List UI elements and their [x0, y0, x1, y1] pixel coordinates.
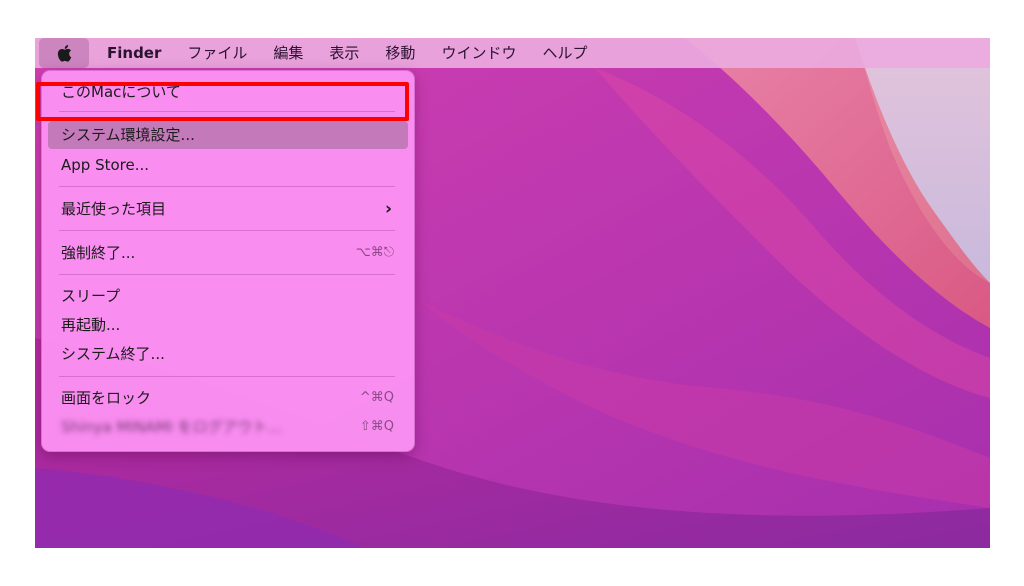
menubar-item-finder[interactable]: Finder — [89, 38, 174, 68]
apple-logo-icon — [57, 45, 71, 62]
menu-item-label: システム終了... — [61, 345, 165, 363]
menu-item-label: 再起動... — [61, 316, 121, 334]
screen-frame: Finder ファイル 編集 表示 移動 ウインドウ ヘルプ このMacについて… — [35, 38, 990, 548]
menu-item-shutdown[interactable]: システム終了... — [48, 340, 408, 368]
menu-item-log-out[interactable]: Shinya MINAMI をログアウト... ⇧⌘Q — [48, 413, 408, 441]
menubar-item-go[interactable]: 移動 — [372, 38, 428, 68]
menu-item-label: スリープ — [61, 287, 121, 305]
menubar-item-window[interactable]: ウインドウ — [428, 38, 529, 68]
highlight-annotation-box — [36, 82, 409, 121]
menu-item-label: システム環境設定... — [61, 126, 195, 144]
menu-bar: Finder ファイル 編集 表示 移動 ウインドウ ヘルプ — [35, 38, 990, 68]
menu-item-label: 強制終了... — [61, 244, 136, 262]
menu-item-sleep[interactable]: スリープ — [48, 282, 408, 310]
menu-item-system-preferences[interactable]: システム環境設定... — [48, 121, 408, 149]
menu-item-label: Shinya MINAMI をログアウト... — [61, 418, 282, 436]
menubar-item-edit[interactable]: 編集 — [260, 38, 316, 68]
menu-item-label: App Store... — [61, 156, 150, 174]
menu-separator — [59, 230, 395, 231]
shortcut-label: ⌥⌘⎋ — [355, 245, 394, 260]
apple-menu-dropdown: このMacについて システム環境設定... App Store... 最近使った… — [41, 70, 415, 452]
menu-item-label: 画面をロック — [61, 389, 152, 407]
menu-item-restart[interactable]: 再起動... — [48, 311, 408, 339]
menubar-item-help[interactable]: ヘルプ — [529, 38, 600, 68]
menu-item-lock-screen[interactable]: 画面をロック ^⌘Q — [48, 384, 408, 412]
menu-separator — [59, 376, 395, 377]
menu-separator — [59, 274, 395, 275]
shortcut-label: ⇧⌘Q — [359, 419, 394, 434]
chevron-right-icon: › — [384, 199, 392, 219]
menu-item-label: 最近使った項目 — [61, 200, 167, 218]
menubar-item-view[interactable]: 表示 — [316, 38, 372, 68]
menu-separator — [59, 186, 395, 187]
menubar-item-file[interactable]: ファイル — [174, 38, 260, 68]
shortcut-label: ^⌘Q — [359, 390, 394, 405]
apple-menu-button[interactable] — [39, 38, 89, 68]
menu-item-app-store[interactable]: App Store... — [48, 151, 408, 179]
menu-item-force-quit[interactable]: 強制終了... ⌥⌘⎋ — [48, 239, 408, 267]
menu-item-recent-items[interactable]: 最近使った項目 › — [48, 195, 408, 223]
